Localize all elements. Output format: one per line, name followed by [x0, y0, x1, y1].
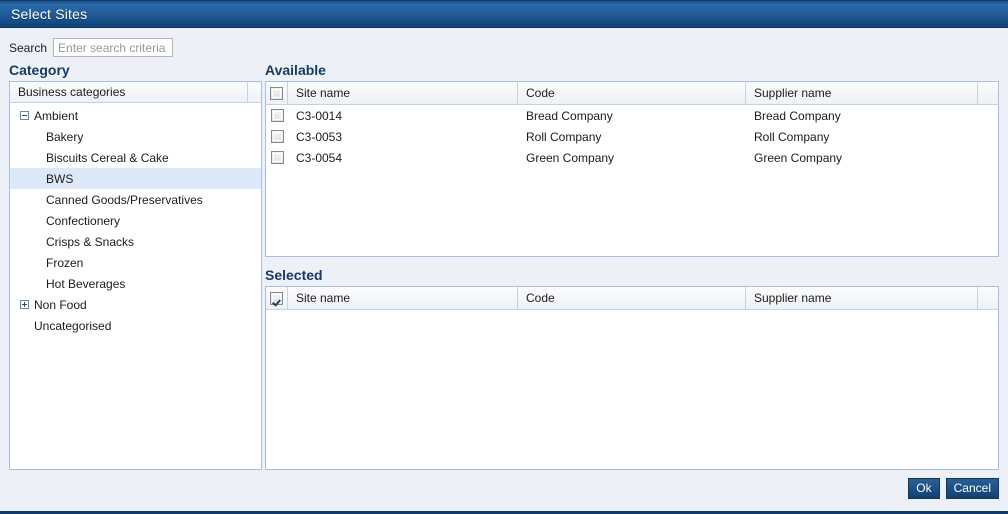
tree-node-label: Bakery: [46, 129, 84, 144]
tree-node[interactable]: Crisps & Snacks: [10, 231, 261, 252]
available-grid-panel: Site name Code Supplier name C3-0014 Brea…: [265, 81, 999, 257]
tree-node-label: Non Food: [34, 297, 87, 312]
tree-header: Business categories: [10, 82, 261, 103]
available-cell-code: Green Company: [526, 150, 615, 165]
category-heading: Category: [9, 62, 70, 78]
tree-node-label: Confectionery: [46, 213, 121, 228]
available-cell-site-name: C3-0053: [296, 129, 343, 144]
tree-node[interactable]: Canned Goods/Preservatives: [10, 189, 261, 210]
selected-select-all-cell[interactable]: [266, 287, 288, 309]
selected-select-all-checkbox[interactable]: [270, 291, 283, 305]
tree-node-label: Canned Goods/Preservatives: [46, 192, 203, 207]
tree-node[interactable]: Biscuits Cereal & Cake: [10, 147, 261, 168]
category-tree-panel: Business categories Ambient Bakery Biscuit…: [9, 81, 262, 470]
available-grid-header: Site name Code Supplier name: [266, 82, 998, 105]
selected-grid-panel: Site name Code Supplier name: [265, 286, 999, 470]
row-checkbox[interactable]: [270, 151, 284, 164]
available-row-checkbox-cell[interactable]: [266, 105, 288, 126]
available-cell-site-name: C3-0014: [296, 108, 343, 123]
tree-node-label: Biscuits Cereal & Cake: [46, 150, 169, 165]
table-row[interactable]: C3-0014 Bread Company Bread Company: [266, 105, 998, 126]
available-heading: Available: [265, 62, 326, 78]
tree-node-label: Uncategorised: [34, 318, 112, 333]
dialog-footer: Ok Cancel: [908, 478, 999, 499]
table-row[interactable]: C3-0054 Green Company Green Company: [266, 147, 998, 168]
tree-node[interactable]: Non Food: [10, 294, 261, 315]
selected-grid-body: [266, 310, 998, 469]
selected-grid-header: Site name Code Supplier name: [266, 287, 998, 310]
available-cell-code: Roll Company: [526, 129, 602, 144]
table-row[interactable]: C3-0053 Roll Company Roll Company: [266, 126, 998, 147]
selected-column-tail: [978, 287, 998, 309]
available-cell-supplier-name: Bread Company: [754, 108, 841, 123]
search-input[interactable]: [53, 38, 174, 57]
dialog-select-sites: Select Sites Search Category Available S…: [0, 0, 1008, 514]
category-tree: Ambient Bakery Biscuits Cereal & Cake BWS Ca…: [10, 103, 261, 336]
available-cell-tail: [978, 147, 998, 168]
tree-node[interactable]: Uncategorised: [10, 315, 261, 336]
tree-node[interactable]: Bakery: [10, 126, 261, 147]
available-column-site-name[interactable]: Site name: [288, 82, 518, 104]
available-cell-supplier-name: Green Company: [754, 150, 843, 165]
collapse-icon[interactable]: [20, 111, 29, 120]
tree-node-label: Frozen: [46, 255, 84, 270]
available-cell-supplier-name: Roll Company: [754, 129, 830, 144]
available-row-checkbox-cell[interactable]: [266, 126, 288, 147]
available-column-supplier-name[interactable]: Supplier name: [746, 82, 978, 104]
tree-node-label: Crisps & Snacks: [46, 234, 135, 249]
available-cell-site-name: C3-0054: [296, 150, 343, 165]
tree-node-label: Hot Beverages: [46, 276, 126, 291]
tree-node-label: BWS: [46, 171, 74, 186]
available-cell-tail: [978, 126, 998, 147]
search-row: Search: [9, 38, 174, 57]
tree-node-label: Ambient: [34, 108, 79, 123]
available-grid-body: C3-0014 Bread Company Bread Company C3-0053…: [266, 105, 998, 256]
available-grid: Site name Code Supplier name C3-0014 Brea…: [266, 82, 998, 256]
row-checkbox[interactable]: [270, 109, 284, 122]
tree-header-label: Business categories: [18, 85, 126, 99]
cancel-button[interactable]: Cancel: [945, 478, 999, 499]
available-select-all-checkbox[interactable]: [270, 86, 283, 100]
tree-node[interactable]: Hot Beverages: [10, 273, 261, 294]
available-column-tail: [978, 82, 998, 104]
selected-column-code[interactable]: Code: [518, 287, 746, 309]
dialog-title: Select Sites: [11, 6, 88, 22]
selected-heading: Selected: [265, 267, 323, 283]
expand-icon[interactable]: [20, 300, 29, 309]
available-column-code[interactable]: Code: [518, 82, 746, 104]
ok-button[interactable]: Ok: [908, 478, 940, 499]
tree-node[interactable]: Frozen: [10, 252, 261, 273]
available-cell-tail: [978, 105, 998, 126]
dialog-title-bar: Select Sites: [0, 0, 1008, 28]
available-cell-code: Bread Company: [526, 108, 613, 123]
search-label: Search: [9, 40, 48, 55]
available-select-all-cell[interactable]: [266, 82, 288, 104]
tree-node[interactable]: BWS: [10, 168, 261, 189]
selected-column-supplier-name[interactable]: Supplier name: [746, 287, 978, 309]
selected-column-site-name[interactable]: Site name: [288, 287, 518, 309]
tree-header-spacer: [247, 82, 261, 102]
tree-node[interactable]: Confectionery: [10, 210, 261, 231]
tree-node[interactable]: Ambient: [10, 105, 261, 126]
row-checkbox[interactable]: [270, 130, 284, 143]
selected-grid: Site name Code Supplier name: [266, 287, 998, 469]
available-row-checkbox-cell[interactable]: [266, 147, 288, 168]
